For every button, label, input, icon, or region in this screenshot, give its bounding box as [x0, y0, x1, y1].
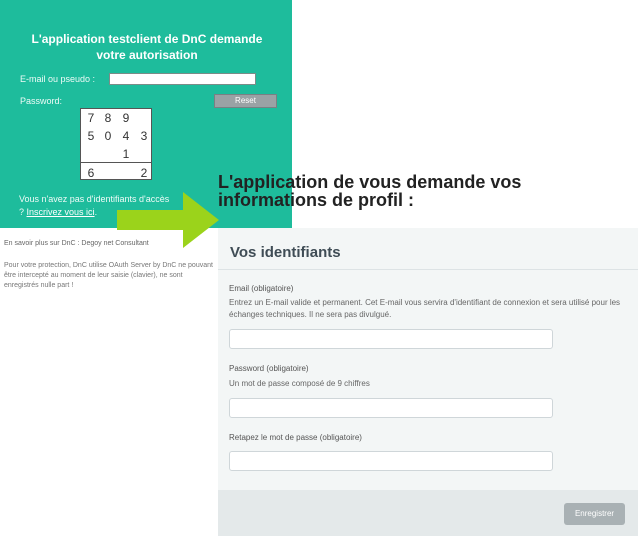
auth-title: L'application testclient de DnC demande …	[31, 32, 263, 62]
email-field[interactable]	[229, 329, 553, 349]
keypad-key[interactable]: 0	[99, 129, 117, 143]
password-field-label: Password (obligatoire)	[229, 364, 309, 373]
email-field-help: Entrez un E-mail valide et permanent. Ce…	[229, 298, 621, 319]
keypad-key[interactable]: 2	[135, 166, 153, 180]
register-link[interactable]: Inscrivez vous ici	[27, 207, 95, 217]
keypad-key[interactable]: 5	[82, 129, 100, 143]
form-divider	[218, 269, 638, 270]
protection-text: Pour votre protection, DnC utilise OAuth…	[4, 262, 213, 289]
confirm-password-field[interactable]	[229, 451, 553, 471]
reset-button[interactable]: Reset	[214, 94, 277, 108]
keypad-key[interactable]: 8	[99, 111, 117, 125]
password-keypad: 7 8 9 5 0 4 3 1 6 2	[80, 108, 152, 180]
keypad-key[interactable]: 4	[117, 129, 135, 143]
keypad-divider	[81, 162, 151, 163]
keypad-key[interactable]: 6	[82, 166, 100, 180]
keypad-key[interactable]: 3	[135, 129, 153, 143]
email-label: E-mail ou pseudo :	[20, 74, 96, 84]
profile-form: Vos identifiants Email (obligatoire) Ent…	[218, 228, 638, 536]
submit-button[interactable]: Enregistrer	[564, 503, 625, 525]
keypad-key[interactable]: 7	[82, 111, 100, 125]
password-field-help: Un mot de passe composé de 9 chiffres	[229, 379, 370, 388]
keypad-key[interactable]: 9	[117, 111, 135, 125]
password-field[interactable]	[229, 398, 553, 418]
form-title: Vos identifiants	[230, 244, 341, 261]
email-pseudo-input[interactable]	[109, 73, 256, 85]
keypad-key[interactable]: 1	[117, 147, 135, 161]
password-label: Password:	[20, 96, 63, 106]
confirm-password-label: Retapez le mot de passe (obligatoire)	[229, 433, 362, 442]
profile-headline: L'application de vous demande vos inform…	[218, 172, 522, 210]
form-footer: Enregistrer	[218, 490, 638, 536]
email-field-label: Email (obligatoire)	[229, 284, 294, 293]
